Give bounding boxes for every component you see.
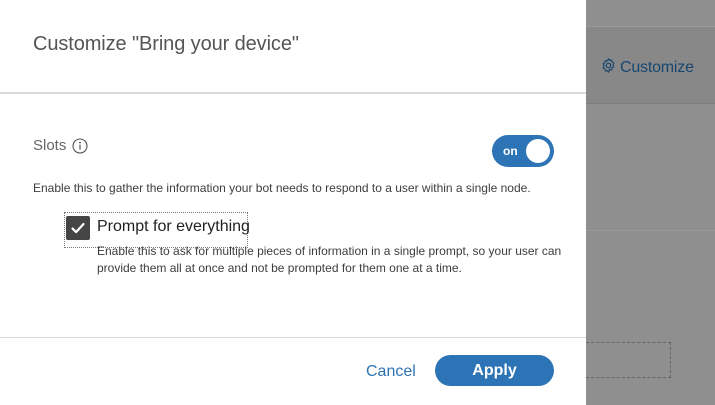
apply-button[interactable]: Apply bbox=[435, 355, 554, 386]
background-divider bbox=[586, 230, 715, 231]
toggle-state-text: on bbox=[503, 144, 518, 158]
customize-modal: Customize "Bring your device" Slots on E… bbox=[0, 0, 586, 405]
slots-toggle[interactable]: on bbox=[492, 135, 554, 167]
slots-label-text: Slots bbox=[33, 137, 67, 154]
background-customize-label: Customize bbox=[620, 59, 694, 76]
prompt-for-everything-label[interactable]: Prompt for everything bbox=[97, 218, 250, 236]
footer-divider bbox=[0, 337, 586, 338]
modal-title: Customize "Bring your device" bbox=[33, 33, 299, 55]
checkmark-icon bbox=[71, 222, 85, 234]
background-divider bbox=[586, 103, 715, 104]
modal-header: Customize "Bring your device" bbox=[0, 0, 586, 92]
prompt-for-everything-description: Enable this to ask for multiple pieces o… bbox=[97, 244, 562, 275]
background-dashed-box bbox=[586, 342, 671, 378]
gear-icon bbox=[600, 57, 617, 79]
slots-description: Enable this to gather the information yo… bbox=[33, 181, 531, 195]
background-customize-link: Customize bbox=[600, 57, 694, 79]
cancel-button[interactable]: Cancel bbox=[366, 363, 416, 381]
toggle-knob bbox=[526, 139, 550, 163]
header-divider bbox=[0, 92, 586, 94]
background-page: Customize bbox=[586, 0, 715, 405]
info-icon[interactable] bbox=[72, 137, 88, 154]
slots-label: Slots bbox=[33, 137, 88, 154]
prompt-for-everything-checkbox[interactable] bbox=[66, 216, 90, 240]
